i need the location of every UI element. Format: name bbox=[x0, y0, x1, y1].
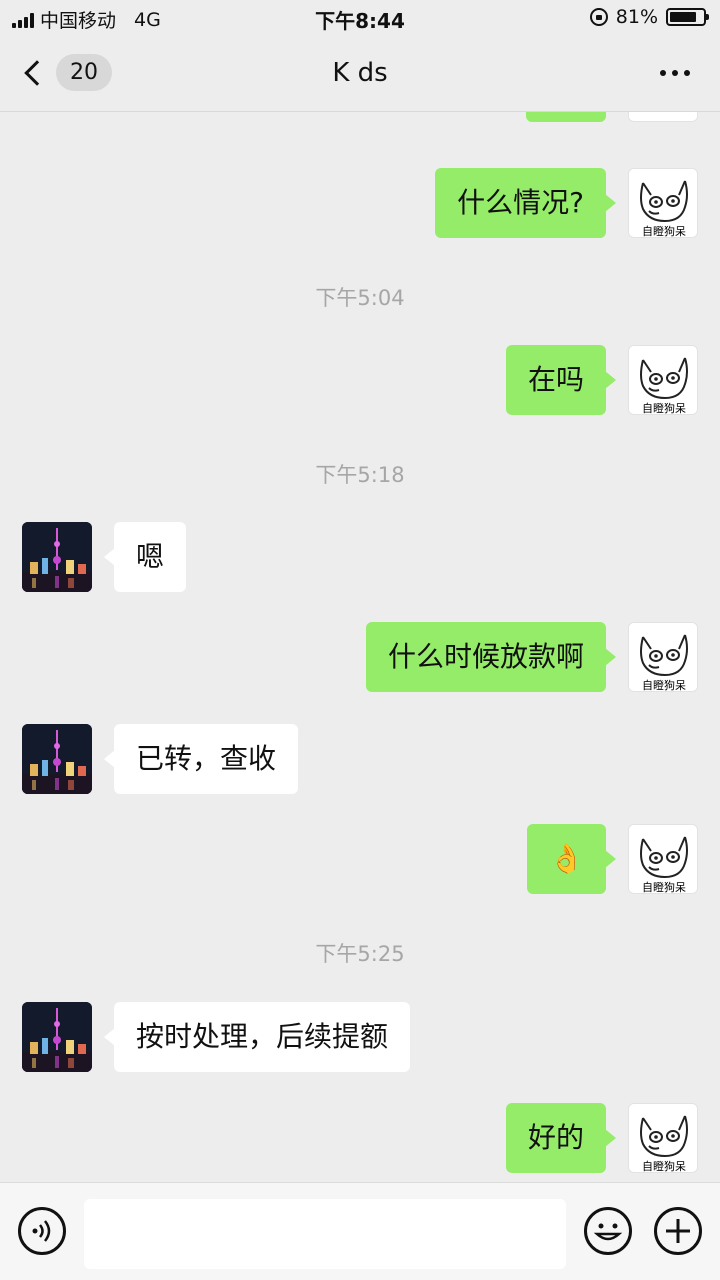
message-row: 自瞪狗呆 好的 bbox=[505, 1103, 698, 1173]
message-row: 自瞪狗呆 什么情况? bbox=[435, 168, 698, 238]
my-avatar[interactable]: 自瞪狗呆 bbox=[628, 824, 698, 894]
contact-avatar[interactable] bbox=[22, 724, 92, 794]
message-row: 自瞪狗呆 👌 bbox=[527, 824, 698, 894]
message-row: 自瞪狗呆 在吗 bbox=[505, 345, 698, 415]
emoji-icon bbox=[593, 1223, 623, 1241]
plus-icon bbox=[666, 1219, 690, 1243]
my-avatar[interactable]: 自瞪狗呆 bbox=[628, 168, 698, 238]
more-button[interactable] bbox=[660, 70, 690, 76]
contact-avatar[interactable] bbox=[22, 522, 92, 592]
message-bubble-partial[interactable] bbox=[526, 112, 606, 122]
battery-percent: 81% bbox=[615, 6, 658, 28]
message-bubble[interactable]: 已转，查收 bbox=[103, 724, 299, 794]
message-row: 已转，查收 bbox=[22, 724, 299, 794]
battery-fill bbox=[670, 12, 696, 22]
more-dot bbox=[684, 70, 690, 76]
chat-title: K ds bbox=[332, 58, 388, 88]
message-row: 按时处理，后续提额 bbox=[22, 1002, 411, 1072]
message-bubble[interactable]: 嗯 bbox=[103, 522, 187, 592]
message-bubble[interactable]: 什么时候放款啊 bbox=[365, 622, 617, 692]
voice-button[interactable] bbox=[18, 1207, 66, 1255]
message-row-partial bbox=[526, 112, 698, 122]
avatar-caption: 自瞪狗呆 bbox=[642, 881, 686, 894]
message-bubble[interactable]: 好的 bbox=[505, 1103, 617, 1173]
more-dot bbox=[660, 70, 666, 76]
status-bar: 中国移动 4G 下午8:44 81% bbox=[0, 0, 720, 36]
my-avatar[interactable]: 自瞪狗呆 bbox=[628, 622, 698, 692]
my-avatar[interactable]: 自瞪狗呆 bbox=[628, 1103, 698, 1173]
message-bubble[interactable]: 👌 bbox=[527, 824, 616, 894]
my-avatar[interactable]: 自瞪狗呆 bbox=[628, 345, 698, 415]
chat-area[interactable]: 自瞪狗呆 什么情况? 下午5:04 自瞪狗呆 在吗 下午5:18 嗯自瞪狗呆 什么时候放款啊已… bbox=[0, 112, 720, 1182]
emoji-button[interactable] bbox=[584, 1207, 632, 1255]
avatar-caption: 自瞪狗呆 bbox=[642, 1160, 686, 1173]
message-bubble[interactable]: 在吗 bbox=[505, 345, 617, 415]
nav-bar: 20 K ds bbox=[0, 36, 720, 112]
message-row: 自瞪狗呆 什么时候放款啊 bbox=[365, 622, 698, 692]
timestamp: 下午5:25 bbox=[315, 942, 405, 966]
add-button[interactable] bbox=[654, 1207, 702, 1255]
status-right: 81% bbox=[589, 6, 709, 28]
orientation-lock-icon bbox=[589, 8, 608, 26]
message-bubble[interactable]: 什么情况? bbox=[435, 168, 616, 238]
message-input[interactable] bbox=[84, 1199, 566, 1269]
message-row: 嗯 bbox=[22, 522, 187, 592]
avatar-caption: 自瞪狗呆 bbox=[642, 679, 686, 692]
battery-icon bbox=[666, 8, 709, 26]
message-bubble[interactable]: 按时处理，后续提额 bbox=[103, 1002, 411, 1072]
avatar-caption: 自瞪狗呆 bbox=[642, 225, 686, 238]
avatar-caption: 自瞪狗呆 bbox=[642, 402, 686, 415]
timestamp: 下午5:18 bbox=[315, 463, 405, 487]
contact-avatar[interactable] bbox=[22, 1002, 92, 1072]
voice-icon bbox=[32, 1220, 51, 1242]
more-dot bbox=[672, 70, 678, 76]
input-bar bbox=[0, 1182, 720, 1280]
my-avatar[interactable] bbox=[628, 112, 698, 122]
timestamp: 下午5:04 bbox=[315, 286, 405, 310]
